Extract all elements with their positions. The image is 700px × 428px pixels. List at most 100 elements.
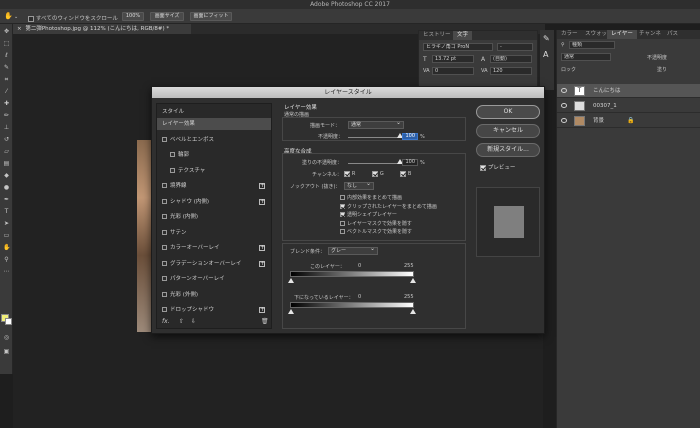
new-style-button[interactable]: 新規スタイル... [476,143,540,157]
document-tab[interactable]: × 第二弾Photoshop.jpg @ 112% (こんにちは, RGB/8#… [13,24,191,34]
channel-r-checkbox[interactable] [344,170,350,177]
pen-tool-icon[interactable]: ✒ [3,196,10,203]
style-item[interactable]: 輪郭 [157,149,271,161]
character-panel-icon[interactable]: A [543,50,548,59]
style-item[interactable]: テクスチャ [157,165,271,177]
tab-channels[interactable]: チャンネ [635,30,665,39]
fill-screen-button[interactable]: 画面にフィット [190,12,232,21]
advanced-option-checkbox[interactable] [340,195,345,200]
fill-opacity-slider[interactable] [348,163,400,164]
preview-checkbox[interactable] [480,164,486,171]
brush-tool-icon[interactable]: ✏ [3,112,10,119]
font-family-select[interactable]: ヒラギノ角ゴ ProN [423,43,493,51]
scroll-all-windows-checkbox[interactable] [28,15,34,22]
font-size-field[interactable]: 13.72 pt [432,55,474,63]
brush-panel-icon[interactable]: ✎ [543,34,550,43]
style-item[interactable]: サテン [157,227,271,239]
advanced-option[interactable]: 透明シェイプレイヤー [340,211,397,218]
style-item-checkbox[interactable] [170,152,175,157]
channel-b-checkbox[interactable] [400,170,406,177]
advanced-option-checkbox[interactable] [340,220,345,226]
tab-layers[interactable]: レイヤー [607,30,637,39]
advanced-option[interactable]: ベクトルマスクで効果を隠す [340,228,412,235]
visibility-eye-icon[interactable] [561,118,567,123]
screen-mode-icon[interactable]: ▣ [3,348,10,355]
advanced-option[interactable]: 内部効果をまとめて描画 [340,194,402,201]
quick-select-tool-icon[interactable]: ✎ [3,64,10,71]
opacity-input[interactable]: 100 [402,133,418,140]
style-item-checkbox[interactable] [162,183,167,188]
path-select-tool-icon[interactable]: ➤ [3,220,10,227]
kerning-field[interactable]: 0 [432,67,474,75]
this-layer-white-knob[interactable] [410,278,416,283]
type-tool-icon[interactable]: T [3,208,10,215]
add-effect-icon[interactable]: + [259,260,265,267]
style-item-checkbox[interactable] [162,136,167,142]
preview-option[interactable]: プレビュー [480,163,515,171]
leading-field[interactable]: (自動) [490,55,532,63]
style-item[interactable]: グラデーションオーバーレイ + [157,258,271,270]
style-item-checkbox[interactable] [170,167,175,173]
move-up-icon[interactable]: ⇧ [179,318,184,325]
underlying-layer-black-knob[interactable] [288,309,294,314]
layer-blend-mode-select[interactable]: 通常 [561,53,611,61]
layer-name[interactable]: 背景 [593,114,604,128]
layer-row[interactable]: 00307_1 [557,99,700,113]
delete-effect-icon[interactable]: 🗑 [261,318,269,325]
tracking-field[interactable]: 120 [490,67,532,75]
scroll-all-windows-option[interactable]: すべてのウィンドウをスクロール [28,14,118,22]
underlying-layer-white-knob[interactable] [410,309,416,314]
this-layer-black-knob[interactable] [288,278,294,283]
marquee-tool-icon[interactable]: ⬚ [3,40,10,47]
style-item-checkbox[interactable] [162,307,167,312]
channel-b-option[interactable]: B [400,170,411,177]
add-effect-icon[interactable]: + [259,183,265,189]
channel-g-checkbox[interactable] [372,170,378,177]
visibility-eye-icon[interactable] [561,103,567,108]
advanced-option[interactable]: レイヤーマスクで効果を隠す [340,220,412,227]
tab-color[interactable]: カラー [557,30,582,39]
fx-menu-button[interactable]: fx. [162,318,170,325]
blend-mode-select[interactable]: 通常 [348,120,404,129]
fit-screen-button[interactable]: 画面サイズ [150,12,184,21]
blur-tool-icon[interactable]: ◆ [3,172,10,179]
move-tool-icon[interactable]: ✥ [3,28,10,35]
style-item-checkbox[interactable] [162,198,167,204]
style-item[interactable]: シャドウ (内側) + [157,196,271,208]
history-brush-icon[interactable]: ↺ [3,136,10,143]
style-item-checkbox[interactable] [162,276,167,281]
style-item-checkbox[interactable] [162,245,167,250]
stamp-tool-icon[interactable]: ⊥ [3,124,10,131]
healing-brush-icon[interactable]: ✚ [3,100,10,107]
layer-row[interactable]: 背景 🔒 [557,114,700,128]
style-item[interactable]: ベベルとエンボス [157,134,271,146]
dodge-tool-icon[interactable]: ● [3,184,10,191]
layer-filter-kind-select[interactable]: 種類 [569,41,615,49]
advanced-option-checkbox[interactable] [340,229,345,234]
quick-mask-icon[interactable]: ◎ [3,334,10,341]
close-tab-icon[interactable]: × [17,26,22,32]
lasso-tool-icon[interactable]: ℓ [3,52,10,59]
tab-paths[interactable]: パス [663,30,682,39]
advanced-option[interactable]: クリップされたレイヤーをまとめて描画 [340,203,437,210]
style-item[interactable]: パターンオーバーレイ [157,273,271,285]
hand-tool-icon-sidebar[interactable]: ✋ [3,244,10,251]
cancel-button[interactable]: キャンセル [476,124,540,138]
style-item[interactable]: カラーオーバーレイ + [157,242,271,254]
fill-opacity-input[interactable]: 100 [402,159,418,166]
shape-tool-icon[interactable]: ▭ [3,232,10,239]
style-item[interactable]: 光彩 (外側) [157,289,271,301]
move-down-icon[interactable]: ⇩ [191,318,196,325]
visibility-eye-icon[interactable] [561,88,567,93]
add-effect-icon[interactable]: + [259,198,265,205]
style-item-checkbox[interactable] [162,214,167,219]
tab-character[interactable]: 文字 [453,31,473,40]
ok-button[interactable]: OK [476,105,540,119]
style-item-checkbox[interactable] [162,291,167,297]
more-tools-icon[interactable]: ⋯ [3,268,10,275]
add-effect-icon[interactable]: + [259,307,265,313]
eraser-tool-icon[interactable]: ▱ [3,148,10,155]
zoom-100-button[interactable]: 100% [122,12,144,21]
hand-tool-preset-chevron-icon[interactable]: ⌄ [14,14,18,20]
knockout-select[interactable]: なし [344,181,374,190]
